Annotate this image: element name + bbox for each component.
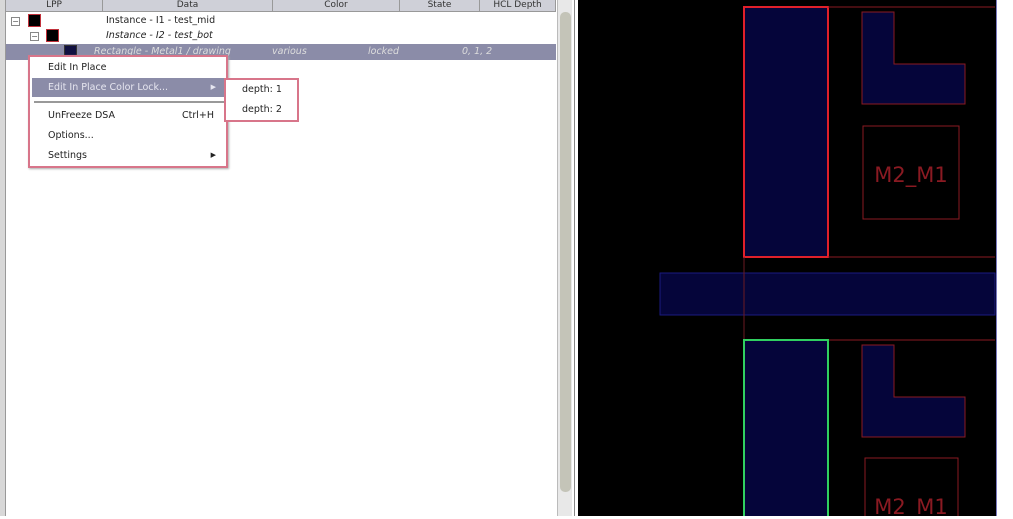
submenu-arrow-icon: ▶ (210, 83, 216, 91)
tree-header: LPP Data Color State HCL Depth (6, 0, 556, 12)
layer-swatch (28, 14, 41, 27)
column-header-state[interactable]: State (400, 0, 480, 11)
layer-swatch (46, 29, 59, 42)
row-state: locked (368, 46, 400, 57)
metal-horizontal-bar (659, 272, 996, 316)
submenu-arrow-icon: ▶ (210, 151, 216, 159)
menu-label: Settings (48, 150, 87, 161)
row-data: Instance - I1 - test_mid (106, 15, 216, 26)
metal-l-shape (861, 344, 966, 438)
menu-label: UnFreeze DSA (48, 110, 116, 121)
metal-rect-highlighted-green (743, 339, 829, 519)
scrollbar-thumb[interactable] (560, 12, 571, 492)
menu-separator (34, 101, 224, 103)
vertical-scrollbar[interactable] (557, 0, 572, 516)
menu-item-settings[interactable]: Settings ▶ (32, 146, 224, 165)
collapse-icon[interactable]: − (11, 17, 20, 26)
menu-label: Options... (48, 130, 94, 141)
column-header-lpp[interactable]: LPP (6, 0, 103, 11)
menu-item-options[interactable]: Options... (32, 126, 224, 145)
column-header-data[interactable]: Data (103, 0, 273, 11)
layout-drawing: M2_M1 M2_M1 (659, 6, 996, 519)
panel-edge (0, 0, 6, 516)
column-header-color[interactable]: Color (273, 0, 400, 11)
row-color: various (272, 46, 307, 57)
canvas-edge (996, 0, 1013, 516)
row-depth: 0, 1, 2 (462, 46, 493, 57)
submenu-item-depth-2[interactable]: depth: 2 (242, 104, 282, 115)
layout-canvas[interactable]: M2_M1 M2_M1 (578, 0, 996, 519)
submenu-color-lock: depth: 1 depth: 2 (224, 78, 299, 122)
menu-item-edit-in-place-color-lock[interactable]: Edit In Place Color Lock... ▶ (32, 78, 224, 97)
metal-rect-highlighted-red (743, 6, 829, 258)
menu-item-edit-in-place[interactable]: Edit In Place (32, 58, 224, 77)
menu-label: Edit In Place (48, 62, 107, 73)
submenu-item-depth-1[interactable]: depth: 1 (242, 84, 282, 95)
menu-label: Edit In Place Color Lock... (48, 82, 169, 93)
menu-item-unfreeze-dsa[interactable]: UnFreeze DSA Ctrl+H (32, 106, 224, 125)
tree-row[interactable]: − Instance - I1 - test_mid (6, 13, 556, 29)
via-label: M2_M1 (874, 163, 947, 188)
row-data: Instance - I2 - test_bot (106, 30, 213, 41)
column-header-hcl-depth[interactable]: HCL Depth (480, 0, 556, 11)
via-label: M2_M1 (874, 495, 947, 516)
metal-l-shape (861, 11, 966, 105)
collapse-icon[interactable]: − (30, 32, 39, 41)
menu-shortcut: Ctrl+H (181, 110, 214, 121)
context-menu: Edit In Place Edit In Place Color Lock..… (28, 55, 228, 168)
tree-row[interactable]: − Instance - I2 - test_bot (6, 28, 556, 44)
